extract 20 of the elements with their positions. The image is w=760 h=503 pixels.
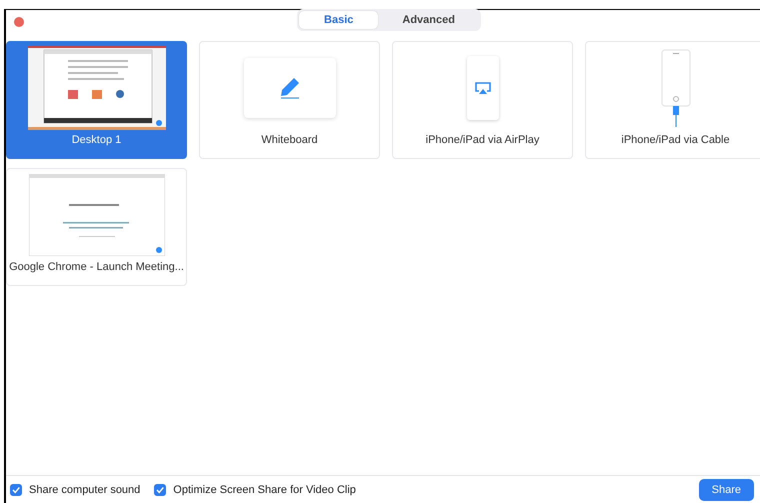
share-button[interactable]: Share xyxy=(698,478,754,500)
checkbox[interactable] xyxy=(10,484,22,496)
checkbox-label: Share computer sound xyxy=(29,484,140,496)
source-label: Desktop 1 xyxy=(72,134,122,146)
source-label: Whiteboard xyxy=(261,134,318,146)
checkbox[interactable] xyxy=(154,484,166,496)
share-source-card[interactable]: Whiteboard xyxy=(199,41,380,159)
share-source-card[interactable]: iPhone/iPad via Cable xyxy=(585,41,760,159)
share-source-card[interactable]: Desktop 1 xyxy=(6,41,187,159)
airplay-icon xyxy=(474,82,490,94)
tab[interactable]: Advanced xyxy=(378,10,479,28)
checkbox-label: Optimize Screen Share for Video Clip xyxy=(173,484,356,496)
share-source-card[interactable]: iPhone/iPad via AirPlay xyxy=(392,41,573,159)
source-label: iPhone/iPad via AirPlay xyxy=(426,134,540,146)
pencil-icon xyxy=(280,77,300,99)
source-label: Google Chrome - Launch Meeting... xyxy=(9,261,184,273)
source-label: iPhone/iPad via Cable xyxy=(621,134,730,146)
share-source-card[interactable]: Google Chrome - Launch Meeting... xyxy=(6,168,187,286)
tab[interactable]: Basic xyxy=(299,10,378,28)
close-button[interactable] xyxy=(14,17,24,27)
